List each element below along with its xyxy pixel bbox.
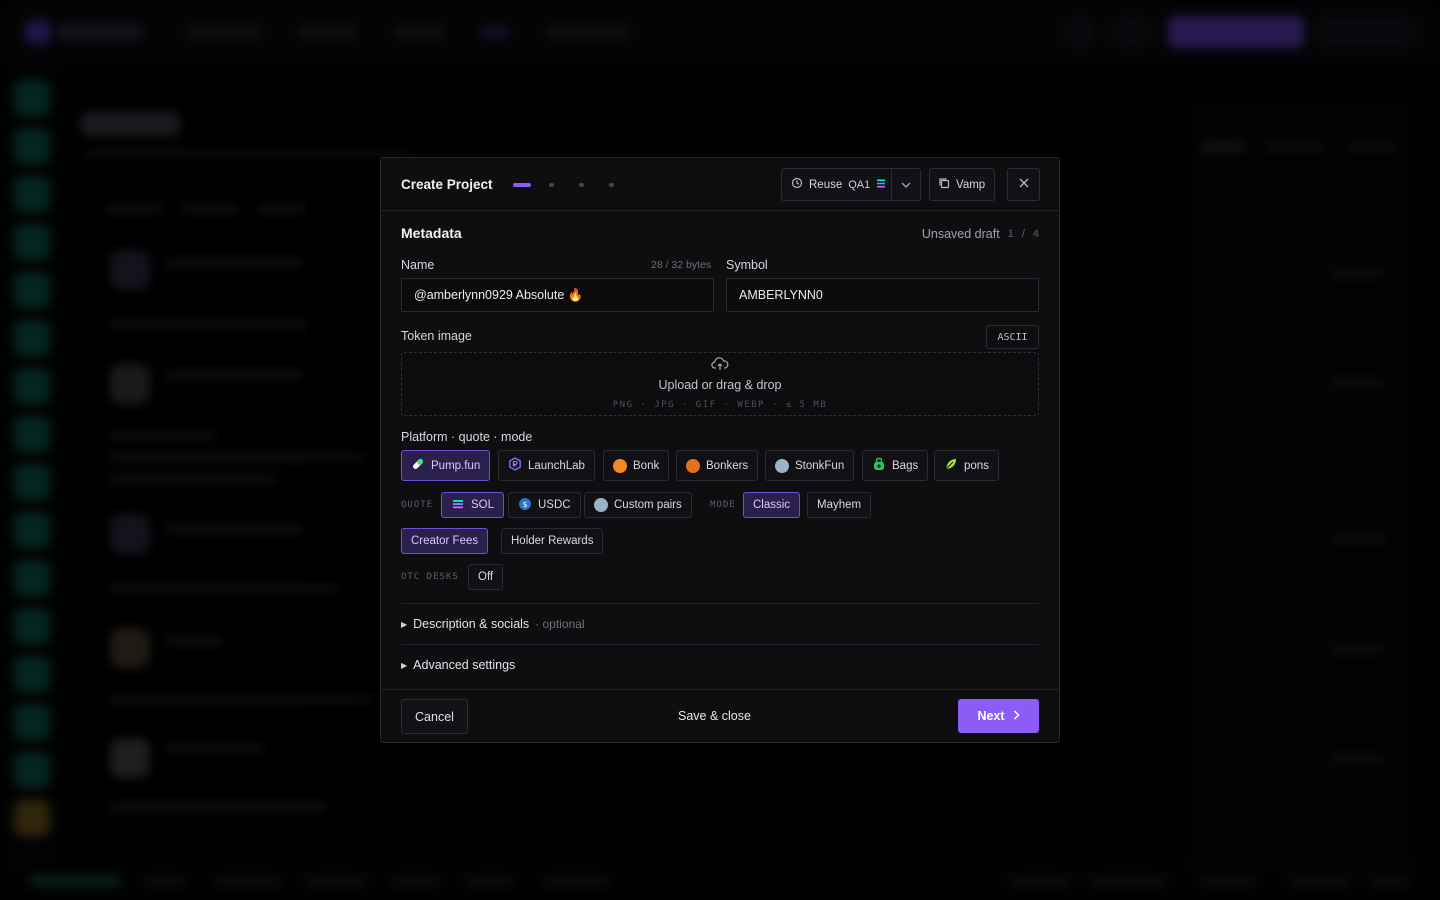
stonk-icon <box>775 458 789 473</box>
quote-sol[interactable]: SOL <box>441 492 505 518</box>
mode-mayhem[interactable]: Mayhem <box>807 492 872 518</box>
reuse-button-group: Reuse QA1 <box>781 168 921 201</box>
upload-formats-hint: PNG · JPG · GIF · WEBP · ≤ 5 MB <box>612 400 828 410</box>
history-icon <box>791 177 803 192</box>
reuse-tag: QA1 <box>848 178 871 191</box>
chevron-right-icon <box>1013 709 1020 723</box>
quote-label-usdc: USDC <box>538 499 571 511</box>
bonkers-icon <box>686 458 700 473</box>
name-input[interactable]: @amberlynn0929 Absolute 🔥 <box>401 278 714 312</box>
modal-header: Create Project Reuse QA1 Vamp <box>381 158 1059 211</box>
fee-creator-fees[interactable]: Creator Fees <box>401 528 489 554</box>
advanced-settings-label: Advanced settings <box>413 658 516 672</box>
divider <box>401 603 1039 604</box>
platform-bonk[interactable]: Bonk <box>603 450 670 481</box>
caret-right-icon: ▶ <box>401 660 408 670</box>
platform-bags[interactable]: Bags <box>862 450 929 481</box>
platform-label-launchlab: LaunchLab <box>528 459 585 472</box>
cancel-button[interactable]: Cancel <box>401 699 468 734</box>
bonk-icon <box>613 458 627 473</box>
name-label: Name <box>401 258 435 272</box>
otc-desks-value: Off <box>478 571 494 583</box>
mode-classic[interactable]: Classic <box>743 492 801 518</box>
platform-launchlab[interactable]: LaunchLab <box>498 450 595 481</box>
copy-icon <box>938 177 950 192</box>
reuse-button[interactable]: Reuse QA1 <box>782 169 892 200</box>
step-indicator-4[interactable] <box>609 183 614 187</box>
draft-separator: / <box>1021 228 1025 240</box>
ascii-button[interactable]: ASCII <box>986 325 1039 349</box>
platform-label-pons: pons <box>964 459 989 472</box>
vamp-label: Vamp <box>956 178 986 191</box>
step-indicator-3[interactable] <box>579 183 584 187</box>
svg-text:$: $ <box>522 500 527 509</box>
chevron-down-icon <box>901 179 911 191</box>
description-socials-label: Description & socials <box>413 617 530 631</box>
quote-label-sol: SOL <box>471 499 495 511</box>
symbol-label: Symbol <box>726 258 768 272</box>
advanced-settings-toggle[interactable]: ▶ Advanced settings <box>401 658 515 672</box>
quote-custom-pairs[interactable]: Custom pairs <box>584 492 692 518</box>
mode-label: MODE <box>710 500 736 510</box>
description-socials-toggle[interactable]: ▶ Description & socials · optional <box>401 617 585 631</box>
draft-page: 1 <box>1007 228 1014 240</box>
platform-pump-fun[interactable]: Pump.fun <box>401 450 491 481</box>
platform-label-bonkers: Bonkers <box>706 459 749 472</box>
leaf-icon <box>944 457 958 474</box>
sol-icon <box>451 497 465 514</box>
upload-text: Upload or drag & drop <box>658 378 782 392</box>
fee-label-creator-fees: Creator Fees <box>411 535 479 547</box>
token-image-label: Token image <box>401 329 472 343</box>
divider <box>401 644 1039 645</box>
pill-icon <box>411 457 425 474</box>
symbol-input[interactable]: AMBERLYNN0 <box>726 278 1039 312</box>
save-and-close-button[interactable]: Save & close <box>678 709 751 723</box>
quote-label-custom-pairs: Custom pairs <box>614 499 682 511</box>
platform-label-pump-fun: Pump.fun <box>431 459 481 472</box>
close-button[interactable] <box>1007 168 1040 201</box>
step-indicator-1[interactable] <box>513 183 531 187</box>
platform-bonkers[interactable]: Bonkers <box>676 450 759 481</box>
platform-label-bags: Bags <box>892 459 919 472</box>
draft-status-text: Unsaved draft <box>921 227 1000 241</box>
platform-stonkfun[interactable]: StonkFun <box>765 450 855 481</box>
name-byte-counter: 28 / 32 bytes <box>651 259 712 271</box>
upload-cloud-icon <box>711 356 729 377</box>
platform-label-stonkfun: StonkFun <box>795 459 845 472</box>
sol-icon <box>876 179 886 191</box>
raydium-icon <box>508 457 522 474</box>
otc-desks-label: OTC DESKS <box>401 572 459 582</box>
create-project-modal: Create Project Reuse QA1 Vamp Metadata U… <box>380 157 1060 743</box>
close-icon <box>1019 178 1029 191</box>
quote-label: QUOTE <box>401 500 434 510</box>
usdc-icon: $ <box>518 497 532 514</box>
modal-title: Create Project <box>401 177 493 192</box>
platform-pons[interactable]: pons <box>934 450 999 481</box>
reuse-dropdown-button[interactable] <box>892 179 920 191</box>
draft-status: Unsaved draft 1 / 4 <box>922 227 1039 241</box>
platform-label: Platform · quote · mode <box>401 430 533 444</box>
vamp-button[interactable]: Vamp <box>929 168 995 201</box>
modal-footer: Cancel Save & close Next <box>381 689 1059 742</box>
next-label: Next <box>977 709 1005 723</box>
image-dropzone[interactable]: Upload or drag & drop PNG · JPG · GIF · … <box>401 352 1039 416</box>
step-indicator-2[interactable] <box>549 183 554 187</box>
next-button[interactable]: Next <box>958 699 1039 733</box>
custom-pair-icon <box>594 498 608 512</box>
quote-usdc[interactable]: $ USDC <box>508 492 581 518</box>
fee-label-holder-rewards: Holder Rewards <box>511 535 594 547</box>
mode-label-mayhem: Mayhem <box>817 499 862 511</box>
section-title: Metadata <box>401 225 462 241</box>
reuse-label: Reuse <box>809 178 843 191</box>
platform-label-bonk: Bonk <box>633 459 660 472</box>
mode-label-classic: Classic <box>753 499 791 511</box>
optional-hint: · optional <box>535 617 585 631</box>
caret-right-icon: ▶ <box>401 619 408 629</box>
draft-total: 4 <box>1032 228 1039 240</box>
otc-desks-toggle[interactable]: Off <box>468 564 504 590</box>
fee-holder-rewards[interactable]: Holder Rewards <box>501 528 604 554</box>
bag-icon <box>872 457 886 474</box>
